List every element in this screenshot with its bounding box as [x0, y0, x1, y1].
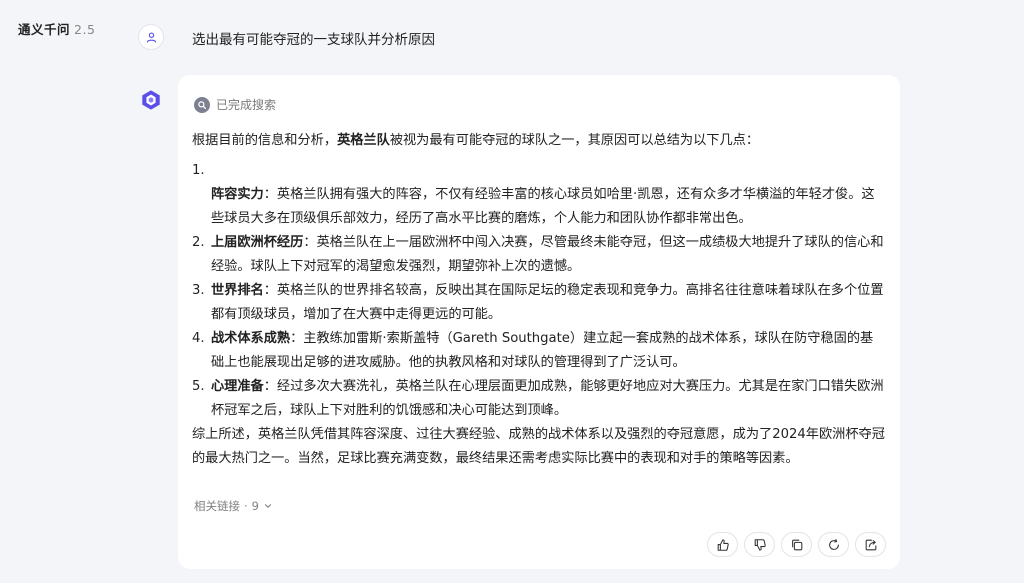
related-links-label: 相关链接 [194, 499, 240, 513]
related-links-toggle[interactable]: 相关链接 · 9 [194, 498, 273, 514]
point-title: 世界排名 [211, 283, 264, 298]
intro-team: 英格兰队 [337, 133, 390, 148]
point-text: ：英格兰队的世界排名较高，反映出其在国际足坛的稳定表现和竞争力。高排名往往意味着… [211, 283, 884, 322]
list-item: 2. 上届欧洲杯经历：英格兰队在上一届欧洲杯中闯入决赛，尽管最终未能夺冠，但这一… [192, 231, 886, 279]
qwen-logo-icon [142, 90, 160, 110]
like-button[interactable] [707, 532, 738, 557]
response-actions [707, 532, 886, 557]
user-avatar [138, 24, 164, 50]
thumbs-down-icon [754, 538, 766, 551]
list-number: 2. [192, 235, 205, 250]
point-title: 阵容实力 [211, 187, 264, 202]
list-item: 3. 世界排名：英格兰队的世界排名较高，反映出其在国际足坛的稳定表现和竞争力。高… [192, 279, 886, 327]
search-done-icon [194, 96, 210, 113]
list-item: 1. 阵容实力：英格兰队拥有强大的阵容，不仅有经验丰富的核心球员如哈里·凯恩，还… [192, 159, 886, 231]
response-card: 已完成搜索 根据目前的信息和分析，英格兰队被视为最有可能夺冠的球队之一，其原因可… [178, 75, 900, 569]
intro-suffix: 被视为最有可能夺冠的球队之一，其原因可以总结为以下几点： [389, 133, 760, 148]
search-status-label: 已完成搜索 [216, 98, 277, 112]
user-message: 选出最有可能夺冠的一支球队并分析原因 [192, 32, 435, 48]
list-number: 5. [192, 379, 205, 394]
chevron-down-icon [264, 504, 272, 508]
response-summary: 综上所述，英格兰队凭借其阵容深度、过往大赛经验、成熟的战术体系以及强烈的夺冠意愿… [192, 427, 885, 466]
response-intro: 根据目前的信息和分析，英格兰队被视为最有可能夺冠的球队之一，其原因可以总结为以下… [192, 129, 886, 153]
point-title: 心理准备 [211, 379, 264, 394]
intro-prefix: 根据目前的信息和分析， [192, 133, 338, 148]
list-number: 1. [192, 163, 205, 178]
copy-icon [791, 539, 802, 550]
app-title-name: 通义千问 [18, 22, 71, 37]
app-version: 2.5 [74, 22, 96, 37]
regenerate-icon [828, 538, 839, 550]
dislike-button[interactable] [744, 532, 775, 557]
list-number: 3. [192, 283, 205, 298]
related-links-separator: · [244, 499, 248, 513]
list-number: 4. [192, 331, 205, 346]
share-icon [865, 539, 876, 550]
point-title: 上届欧洲杯经历 [211, 235, 304, 250]
copy-button[interactable] [781, 532, 812, 557]
app-title[interactable]: 通义千问 2.5 [18, 19, 95, 38]
point-title: 战术体系成熟 [211, 331, 291, 346]
search-status[interactable]: 已完成搜索 [194, 96, 276, 113]
reason-list: 1. 阵容实力：英格兰队拥有强大的阵容，不仅有经验丰富的核心球员如哈里·凯恩，还… [192, 159, 886, 423]
list-item: 5. 心理准备：经过多次大赛洗礼，英格兰队在心理层面更加成熟，能够更好地应对大赛… [192, 375, 886, 423]
point-text: ：英格兰队在上一届欧洲杯中闯入决赛，尽管最终未能夺冠，但这一成绩极大地提升了球队… [211, 235, 884, 274]
response-content: 根据目前的信息和分析，英格兰队被视为最有可能夺冠的球队之一，其原因可以总结为以下… [192, 129, 886, 471]
related-links-count: 9 [251, 499, 259, 513]
user-icon [146, 32, 156, 43]
point-text: ：经过多次大赛洗礼，英格兰队在心理层面更加成熟，能够更好地应对大赛压力。尤其是在… [211, 379, 884, 418]
point-text: ：英格兰队拥有强大的阵容，不仅有经验丰富的核心球员如哈里·凯恩，还有众多才华横溢… [211, 187, 875, 226]
list-item: 4. 战术体系成熟：主教练加雷斯·索斯盖特（Gareth Southgate）建… [192, 327, 886, 375]
point-text: ：主教练加雷斯·索斯盖特（Gareth Southgate）建立起一套成熟的战术… [211, 331, 874, 370]
share-button[interactable] [855, 532, 886, 557]
regenerate-button[interactable] [818, 532, 849, 557]
assistant-avatar [138, 87, 164, 113]
thumbs-up-icon [717, 538, 729, 551]
